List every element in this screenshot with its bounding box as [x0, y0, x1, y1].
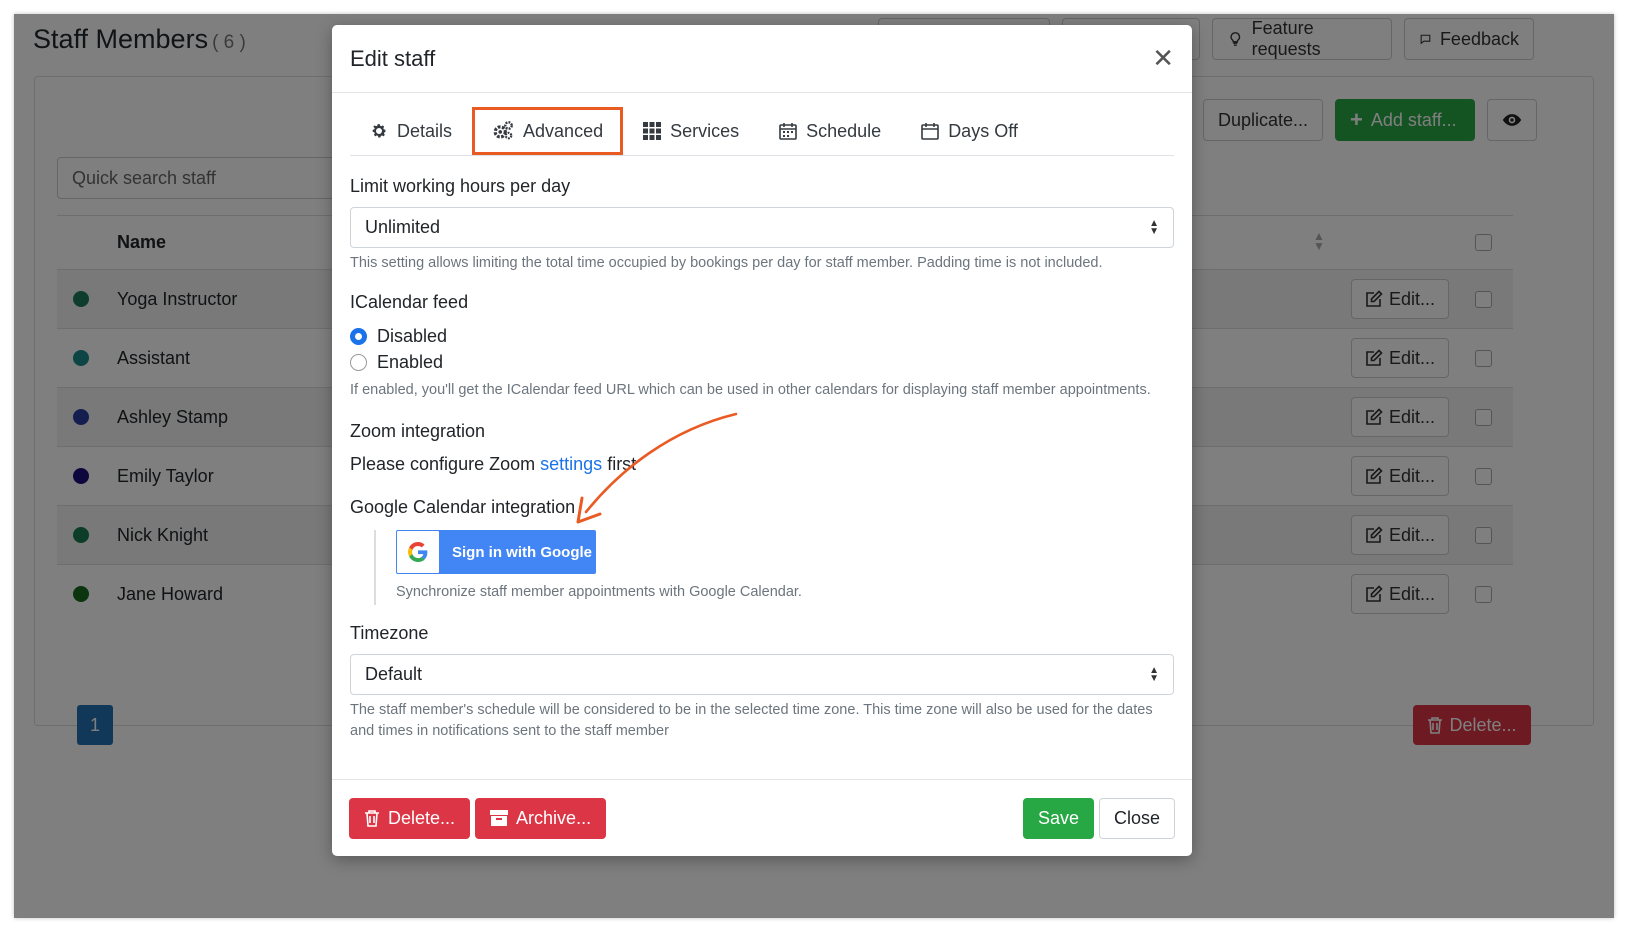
icalendar-enabled-option[interactable]: Enabled [350, 349, 1174, 375]
zoom-integration-label: Zoom integration [350, 421, 486, 441]
modal-header: Edit staff ✕ [332, 25, 1192, 93]
trash-icon [365, 810, 379, 827]
tab-services[interactable]: Services [623, 107, 759, 155]
timezone-help: The staff member's schedule will be cons… [350, 702, 1153, 739]
select-arrows-icon: ▲ ▼ [1149, 664, 1159, 684]
radio-disabled[interactable] [350, 327, 367, 345]
archive-button[interactable]: Archive... [475, 797, 607, 839]
archive-icon [490, 810, 509, 826]
gears-icon [493, 121, 513, 140]
modal-tabs: Details Advanced Services Schedule Days … [350, 93, 1174, 156]
modal-title: Edit staff [350, 45, 436, 71]
gear-icon [372, 124, 387, 138]
tab-days-off[interactable]: Days Off [901, 107, 1038, 155]
google-calendar-help: Synchronize staff member appointments wi… [396, 584, 802, 600]
google-logo-icon [397, 531, 439, 573]
radio-enabled[interactable] [350, 353, 367, 371]
calendar-blank-icon [921, 123, 939, 140]
icalendar-disabled-option[interactable]: Disabled [350, 323, 1174, 349]
tab-advanced[interactable]: Advanced [472, 107, 624, 155]
icalendar-radio-group: Disabled Enabled [350, 323, 1174, 375]
google-calendar-label: Google Calendar integration [350, 497, 576, 517]
save-button[interactable]: Save [1022, 797, 1094, 839]
zoom-configure-text: Please configure Zoom settings first [350, 454, 637, 474]
delete-button[interactable]: Delete... [349, 797, 471, 839]
close-button[interactable]: Close [1098, 797, 1175, 839]
modal-body: Details Advanced Services Schedule Days … [350, 93, 1174, 742]
zoom-settings-link[interactable]: settings [540, 454, 602, 474]
limit-hours-help: This setting allows limiting the total t… [350, 255, 1103, 271]
timezone-select[interactable]: Default ▲ ▼ [350, 654, 1174, 695]
icalendar-help: If enabled, you'll get the ICalendar fee… [350, 382, 1151, 398]
sign-in-with-google-button[interactable]: Sign in with Google [396, 530, 596, 574]
edit-staff-modal: Edit staff ✕ Details Advanced Services S… [332, 25, 1192, 856]
tab-schedule[interactable]: Schedule [759, 107, 901, 155]
timezone-label: Timezone [350, 623, 429, 643]
close-icon[interactable]: ✕ [1152, 43, 1174, 74]
limit-hours-select[interactable]: Unlimited ▲ ▼ [350, 207, 1174, 248]
modal-footer: Delete... Archive... Save Close [332, 779, 1192, 856]
grid-icon [643, 122, 662, 140]
tab-details[interactable]: Details [350, 107, 472, 155]
limit-hours-label: Limit working hours per day [350, 176, 571, 196]
calendar-icon [779, 123, 797, 140]
select-arrows-icon: ▲ ▼ [1149, 217, 1159, 237]
google-calendar-block: Sign in with Google Synchronize staff me… [374, 530, 1174, 605]
icalendar-feed-label: ICalendar feed [350, 292, 469, 312]
